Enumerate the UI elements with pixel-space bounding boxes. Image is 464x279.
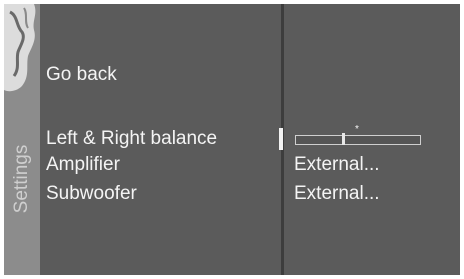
settings-screen: Settings Go back Left & Right balance Am… bbox=[4, 4, 460, 275]
balance-item[interactable]: Left & Right balance bbox=[46, 128, 217, 150]
side-rail: Settings bbox=[4, 4, 40, 275]
subwoofer-value[interactable]: External... bbox=[294, 183, 380, 205]
subwoofer-item[interactable]: Subwoofer bbox=[46, 183, 137, 205]
balance-center-marker: * bbox=[355, 124, 359, 135]
balance-thumb[interactable] bbox=[342, 133, 346, 145]
settings-rail-label: Settings bbox=[11, 144, 32, 214]
balance-track bbox=[295, 135, 421, 145]
amplifier-item[interactable]: Amplifier bbox=[46, 154, 120, 176]
balance-slider[interactable]: * bbox=[295, 125, 421, 147]
selection-cursor bbox=[279, 128, 283, 150]
go-back-item[interactable]: Go back bbox=[46, 64, 117, 86]
horse-head-logo-icon bbox=[4, 4, 36, 92]
amplifier-value[interactable]: External... bbox=[294, 154, 380, 176]
